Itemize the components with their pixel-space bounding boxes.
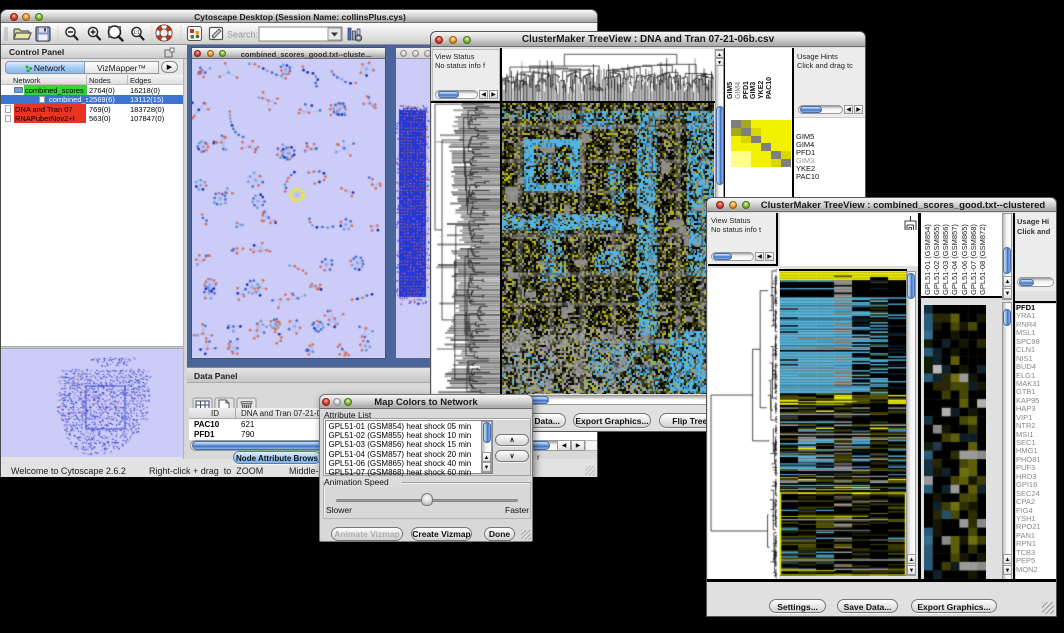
svg-text:Search:: Search: (227, 30, 258, 40)
svg-text:1:1: 1:1 (133, 30, 140, 36)
